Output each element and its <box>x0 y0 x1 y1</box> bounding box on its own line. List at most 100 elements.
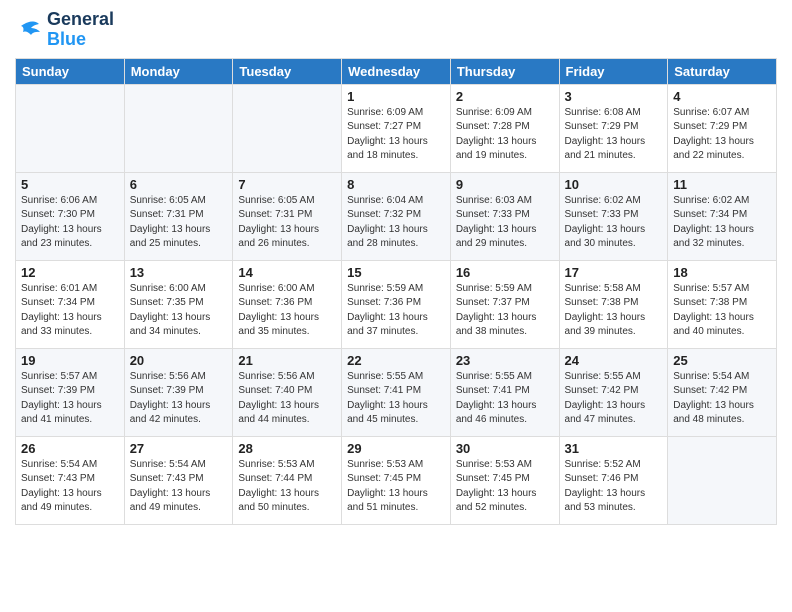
calendar-cell: 14 Sunrise: 6:00 AM Sunset: 7:36 PM Dayli… <box>233 260 342 348</box>
day-info: Sunrise: 5:55 AM Sunset: 7:42 PM Dayligh… <box>565 370 663 428</box>
day-info: Sunrise: 5:54 AM Sunset: 7:43 PM Dayligh… <box>130 458 228 516</box>
calendar-cell: 16 Sunrise: 5:59 AM Sunset: 7:37 PM Dayli… <box>450 260 559 348</box>
weekday-header-saturday: Saturday <box>668 58 777 84</box>
day-number: 30 <box>456 441 554 456</box>
day-info: Sunrise: 6:03 AM Sunset: 7:33 PM Dayligh… <box>456 194 554 252</box>
weekday-header-friday: Friday <box>559 58 668 84</box>
calendar-cell: 20 Sunrise: 5:56 AM Sunset: 7:39 PM Dayli… <box>124 348 233 436</box>
calendar-cell: 4 Sunrise: 6:07 AM Sunset: 7:29 PM Daylig… <box>668 84 777 172</box>
day-info: Sunrise: 5:54 AM Sunset: 7:42 PM Dayligh… <box>673 370 771 428</box>
day-number: 18 <box>673 265 771 280</box>
day-info: Sunrise: 5:59 AM Sunset: 7:37 PM Dayligh… <box>456 282 554 340</box>
day-number: 14 <box>238 265 336 280</box>
day-info: Sunrise: 6:05 AM Sunset: 7:31 PM Dayligh… <box>238 194 336 252</box>
day-number: 24 <box>565 353 663 368</box>
day-number: 2 <box>456 89 554 104</box>
calendar-cell: 8 Sunrise: 6:04 AM Sunset: 7:32 PM Daylig… <box>342 172 451 260</box>
weekday-header-tuesday: Tuesday <box>233 58 342 84</box>
day-number: 11 <box>673 177 771 192</box>
calendar-cell <box>668 436 777 524</box>
calendar-cell: 11 Sunrise: 6:02 AM Sunset: 7:34 PM Dayli… <box>668 172 777 260</box>
calendar: SundayMondayTuesdayWednesdayThursdayFrid… <box>15 58 777 525</box>
calendar-cell: 21 Sunrise: 5:56 AM Sunset: 7:40 PM Dayli… <box>233 348 342 436</box>
day-number: 6 <box>130 177 228 192</box>
day-info: Sunrise: 6:07 AM Sunset: 7:29 PM Dayligh… <box>673 106 771 164</box>
day-info: Sunrise: 6:01 AM Sunset: 7:34 PM Dayligh… <box>21 282 119 340</box>
day-number: 1 <box>347 89 445 104</box>
day-info: Sunrise: 6:00 AM Sunset: 7:36 PM Dayligh… <box>238 282 336 340</box>
day-number: 10 <box>565 177 663 192</box>
calendar-cell <box>16 84 125 172</box>
day-info: Sunrise: 5:54 AM Sunset: 7:43 PM Dayligh… <box>21 458 119 516</box>
day-info: Sunrise: 6:04 AM Sunset: 7:32 PM Dayligh… <box>347 194 445 252</box>
day-number: 26 <box>21 441 119 456</box>
day-info: Sunrise: 5:58 AM Sunset: 7:38 PM Dayligh… <box>565 282 663 340</box>
day-info: Sunrise: 6:06 AM Sunset: 7:30 PM Dayligh… <box>21 194 119 252</box>
day-number: 29 <box>347 441 445 456</box>
calendar-cell: 26 Sunrise: 5:54 AM Sunset: 7:43 PM Dayli… <box>16 436 125 524</box>
week-row-1: 1 Sunrise: 6:09 AM Sunset: 7:27 PM Daylig… <box>16 84 777 172</box>
calendar-cell: 27 Sunrise: 5:54 AM Sunset: 7:43 PM Dayli… <box>124 436 233 524</box>
day-info: Sunrise: 5:55 AM Sunset: 7:41 PM Dayligh… <box>347 370 445 428</box>
day-number: 8 <box>347 177 445 192</box>
weekday-header-wednesday: Wednesday <box>342 58 451 84</box>
day-info: Sunrise: 5:52 AM Sunset: 7:46 PM Dayligh… <box>565 458 663 516</box>
calendar-cell: 12 Sunrise: 6:01 AM Sunset: 7:34 PM Dayli… <box>16 260 125 348</box>
day-info: Sunrise: 6:02 AM Sunset: 7:33 PM Dayligh… <box>565 194 663 252</box>
calendar-cell: 17 Sunrise: 5:58 AM Sunset: 7:38 PM Dayli… <box>559 260 668 348</box>
day-info: Sunrise: 6:02 AM Sunset: 7:34 PM Dayligh… <box>673 194 771 252</box>
calendar-cell: 10 Sunrise: 6:02 AM Sunset: 7:33 PM Dayli… <box>559 172 668 260</box>
day-number: 5 <box>21 177 119 192</box>
calendar-cell: 5 Sunrise: 6:06 AM Sunset: 7:30 PM Daylig… <box>16 172 125 260</box>
day-number: 19 <box>21 353 119 368</box>
calendar-cell: 30 Sunrise: 5:53 AM Sunset: 7:45 PM Dayli… <box>450 436 559 524</box>
calendar-cell <box>124 84 233 172</box>
day-number: 25 <box>673 353 771 368</box>
calendar-cell: 25 Sunrise: 5:54 AM Sunset: 7:42 PM Dayli… <box>668 348 777 436</box>
day-number: 9 <box>456 177 554 192</box>
day-number: 21 <box>238 353 336 368</box>
day-number: 12 <box>21 265 119 280</box>
day-info: Sunrise: 6:05 AM Sunset: 7:31 PM Dayligh… <box>130 194 228 252</box>
day-info: Sunrise: 5:56 AM Sunset: 7:39 PM Dayligh… <box>130 370 228 428</box>
day-number: 3 <box>565 89 663 104</box>
day-number: 15 <box>347 265 445 280</box>
calendar-cell: 22Sunrise: 5:55 AM Sunset: 7:41 PM Dayli… <box>342 348 451 436</box>
calendar-cell: 3 Sunrise: 6:08 AM Sunset: 7:29 PM Daylig… <box>559 84 668 172</box>
calendar-cell: 7Sunrise: 6:05 AM Sunset: 7:31 PM Daylig… <box>233 172 342 260</box>
logo-bird-icon <box>15 18 43 42</box>
calendar-cell: 15Sunrise: 5:59 AM Sunset: 7:36 PM Dayli… <box>342 260 451 348</box>
week-row-5: 26 Sunrise: 5:54 AM Sunset: 7:43 PM Dayli… <box>16 436 777 524</box>
calendar-cell: 2Sunrise: 6:09 AM Sunset: 7:28 PM Daylig… <box>450 84 559 172</box>
day-info: Sunrise: 5:57 AM Sunset: 7:38 PM Dayligh… <box>673 282 771 340</box>
calendar-cell: 9 Sunrise: 6:03 AM Sunset: 7:33 PM Daylig… <box>450 172 559 260</box>
calendar-cell: 24 Sunrise: 5:55 AM Sunset: 7:42 PM Dayli… <box>559 348 668 436</box>
day-number: 4 <box>673 89 771 104</box>
weekday-header-sunday: Sunday <box>16 58 125 84</box>
week-row-4: 19Sunrise: 5:57 AM Sunset: 7:39 PM Dayli… <box>16 348 777 436</box>
calendar-header-row: SundayMondayTuesdayWednesdayThursdayFrid… <box>16 58 777 84</box>
calendar-cell: 19Sunrise: 5:57 AM Sunset: 7:39 PM Dayli… <box>16 348 125 436</box>
day-number: 27 <box>130 441 228 456</box>
day-number: 20 <box>130 353 228 368</box>
calendar-cell <box>233 84 342 172</box>
logo: GeneralBlue <box>15 10 114 50</box>
day-number: 13 <box>130 265 228 280</box>
day-info: Sunrise: 6:08 AM Sunset: 7:29 PM Dayligh… <box>565 106 663 164</box>
weekday-header-monday: Monday <box>124 58 233 84</box>
day-info: Sunrise: 5:56 AM Sunset: 7:40 PM Dayligh… <box>238 370 336 428</box>
day-number: 28 <box>238 441 336 456</box>
logo-text: GeneralBlue <box>47 10 114 50</box>
calendar-cell: 13 Sunrise: 6:00 AM Sunset: 7:35 PM Dayli… <box>124 260 233 348</box>
day-info: Sunrise: 5:55 AM Sunset: 7:41 PM Dayligh… <box>456 370 554 428</box>
day-info: Sunrise: 6:00 AM Sunset: 7:35 PM Dayligh… <box>130 282 228 340</box>
day-info: Sunrise: 5:53 AM Sunset: 7:45 PM Dayligh… <box>456 458 554 516</box>
day-number: 31 <box>565 441 663 456</box>
day-number: 17 <box>565 265 663 280</box>
calendar-cell: 28 Sunrise: 5:53 AM Sunset: 7:44 PM Dayli… <box>233 436 342 524</box>
day-number: 16 <box>456 265 554 280</box>
header: GeneralBlue <box>15 10 777 50</box>
day-info: Sunrise: 5:53 AM Sunset: 7:44 PM Dayligh… <box>238 458 336 516</box>
day-info: Sunrise: 5:53 AM Sunset: 7:45 PM Dayligh… <box>347 458 445 516</box>
day-info: Sunrise: 6:09 AM Sunset: 7:27 PM Dayligh… <box>347 106 445 164</box>
